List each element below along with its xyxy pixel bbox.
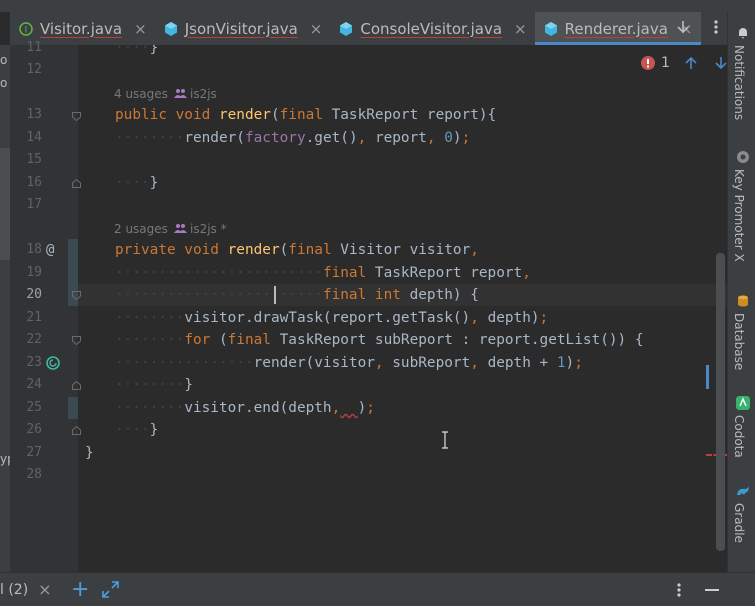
close-icon[interactable]: ×	[38, 580, 51, 599]
users-icon	[174, 224, 187, 233]
fold-icon[interactable]	[72, 426, 81, 435]
line-number: 28	[26, 467, 42, 482]
close-icon[interactable]: ×	[134, 20, 147, 38]
code-line-18: private void render(final Visitor visito…	[115, 242, 479, 258]
line-number: 23	[26, 355, 42, 370]
top-strip	[0, 0, 755, 12]
inspection-widget[interactable]: 1	[641, 55, 727, 71]
gradle-icon	[737, 486, 749, 495]
project-panel-edge: o o yp	[0, 45, 15, 572]
minimize-icon[interactable]	[705, 573, 719, 606]
line-number: 12	[26, 62, 42, 77]
text-caret	[274, 286, 276, 304]
recursive-call-icon[interactable]	[46, 356, 60, 370]
code-line-19: ························final TaskReport…	[115, 265, 531, 281]
panel-scrollbar[interactable]	[0, 148, 10, 260]
code-line-16: ····}	[115, 175, 159, 191]
fold-icon[interactable]	[72, 179, 81, 188]
code-line-25: ········visitor.end(depth, );	[115, 400, 375, 416]
line-number-column: 11 12 13 14 15 16 17 18 19 20 21 22 23 2…	[10, 40, 81, 572]
next-highlight-icon	[715, 57, 727, 70]
notifications-icon	[739, 28, 747, 39]
line-number: 18	[26, 242, 42, 257]
codota-tool[interactable]: Codota	[732, 415, 746, 458]
code-line-21: ········visitor.drawTask(report.getTask(…	[115, 310, 549, 326]
line-number: 19	[26, 265, 42, 280]
line-number: 17	[26, 197, 42, 212]
code-line-24: ········}	[115, 377, 193, 393]
class-icon	[543, 21, 559, 37]
code-line-13: public void render(final TaskReport repo…	[115, 107, 497, 123]
expand-icon[interactable]	[102, 573, 119, 606]
line-number: 14	[26, 130, 42, 145]
tab-label: JsonVisitor.java	[184, 19, 298, 38]
tab-label: Visitor.java	[40, 19, 123, 38]
editor-tab-bar: I Visitor.java × JsonVisitor.java × Cons…	[10, 12, 727, 46]
panel-text-fragment: o	[0, 53, 8, 67]
key-promoter-icon	[737, 151, 749, 163]
scroll-marker	[706, 365, 709, 389]
code-line-20: ························final int depth)…	[115, 287, 479, 303]
line-number: 27	[26, 445, 42, 460]
class-icon	[338, 21, 354, 37]
code-editor[interactable]: 1 4 usages is2js 2 usages is2js * ····} …	[78, 45, 727, 572]
database-icon	[738, 295, 748, 307]
override-marker[interactable]: @	[46, 239, 54, 261]
line-number: 11	[26, 40, 42, 55]
chevron-down-icon[interactable]	[675, 19, 691, 39]
tab-label: ConsoleVisitor.java	[360, 19, 503, 38]
vcs-change-marker[interactable]	[68, 397, 78, 419]
close-icon[interactable]: ×	[310, 20, 323, 38]
author-hint[interactable]: is2js *	[174, 222, 227, 236]
code-line-11: ····}	[115, 45, 159, 56]
notifications-tool[interactable]: Notifications	[732, 45, 746, 120]
code-line-23: ················render(visitor, subRepor…	[115, 355, 583, 371]
line-number: 24	[26, 377, 42, 392]
usages-hint[interactable]: 4 usages	[114, 87, 168, 101]
bottom-tab-label: l (2)	[0, 581, 29, 598]
panel-text-fragment: o	[0, 76, 8, 90]
editor-scrollbar[interactable]	[716, 253, 725, 551]
line-number: 15	[26, 152, 42, 167]
code-line-22: ········for (final TaskReport subReport …	[115, 332, 644, 348]
line-number: 20	[26, 287, 42, 302]
line-number: 13	[26, 107, 42, 122]
error-count: 1	[661, 55, 670, 71]
codota-icon	[736, 396, 750, 410]
line-number: 26	[26, 422, 42, 437]
code-line-14: ········render(factory.get(), report, 0)…	[115, 130, 471, 146]
error-icon	[641, 56, 655, 70]
more-options-icon[interactable]	[676, 573, 682, 606]
interface-icon: I	[18, 21, 34, 37]
fold-icon[interactable]	[72, 336, 81, 345]
database-tool[interactable]: Database	[732, 313, 746, 370]
more-options-icon[interactable]	[713, 19, 719, 39]
code-line-27: }	[85, 445, 94, 461]
tab-jsonvisitor-java[interactable]: JsonVisitor.java ×	[155, 12, 331, 45]
line-number: 25	[26, 400, 42, 415]
text-cursor-icon	[442, 431, 448, 449]
usages-hint[interactable]: 2 usages	[114, 222, 168, 236]
line-number: 21	[26, 310, 42, 325]
users-icon	[174, 89, 187, 98]
class-icon	[163, 21, 179, 37]
tab-label: Renderer.java	[564, 19, 668, 38]
gradle-tool[interactable]: Gradle	[732, 503, 746, 543]
author-hint[interactable]: is2js	[174, 87, 217, 101]
svg-text:I: I	[25, 25, 28, 35]
line-number: 22	[26, 332, 42, 347]
right-tool-window-bar: Notifications Key Promoter X Database Co…	[727, 12, 755, 572]
tab-consolevisitor-java[interactable]: ConsoleVisitor.java ×	[330, 12, 534, 45]
line-number: 16	[26, 175, 42, 190]
fold-icon[interactable]	[72, 381, 81, 390]
fold-icon[interactable]	[72, 291, 81, 300]
bottom-tool-bar: l (2) × +	[0, 572, 755, 606]
code-line-26: ····}	[115, 422, 159, 438]
close-icon[interactable]: ×	[514, 20, 527, 38]
previous-highlight-icon	[685, 56, 697, 69]
fold-icon[interactable]	[72, 112, 81, 121]
add-tab-button[interactable]: +	[71, 573, 89, 606]
key-promoter-tool[interactable]: Key Promoter X	[732, 169, 746, 262]
bottom-tab[interactable]: l (2) ×	[0, 573, 52, 606]
